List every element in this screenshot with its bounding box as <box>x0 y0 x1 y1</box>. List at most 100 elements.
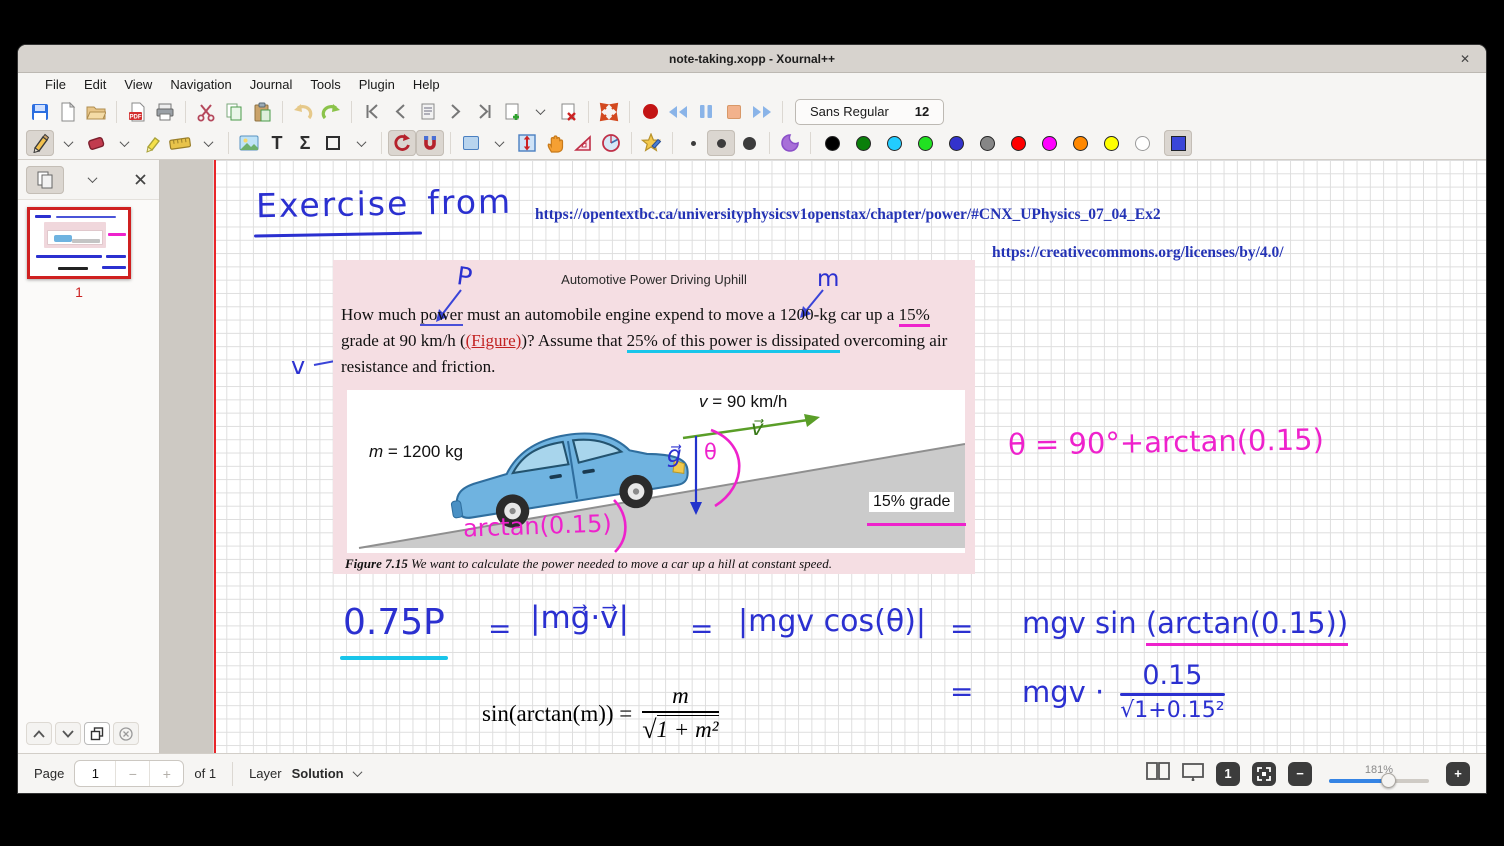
zoom-fit-button[interactable] <box>1252 762 1276 786</box>
new-document-button[interactable] <box>54 99 82 125</box>
chevron-down-icon[interactable] <box>352 767 362 777</box>
save-button[interactable] <box>26 99 54 125</box>
window-close-button[interactable]: ✕ <box>1460 52 1470 66</box>
color-swatch[interactable] <box>949 136 964 151</box>
previous-page-icon <box>394 104 406 119</box>
color-swatch[interactable] <box>825 136 840 151</box>
shape-tool-button[interactable] <box>319 130 347 156</box>
shape-dropdown[interactable] <box>347 130 375 156</box>
separator <box>381 132 382 154</box>
fill-tool-button[interactable] <box>776 130 804 156</box>
highlighter-tool-button[interactable] <box>138 130 166 156</box>
cut-button[interactable] <box>192 99 220 125</box>
dual-page-view-button[interactable] <box>1146 762 1170 785</box>
layer-selector[interactable]: Solution <box>292 766 344 781</box>
forward-button[interactable] <box>748 99 776 125</box>
page-decrement-button[interactable]: − <box>115 761 149 786</box>
canvas[interactable]: Exercisefrom https://opentextbc.ca/unive… <box>160 160 1486 753</box>
page-down-button[interactable] <box>55 722 81 745</box>
hand-tool-button[interactable] <box>541 130 569 156</box>
sidebar-close-button[interactable] <box>121 166 159 194</box>
insert-image-button[interactable] <box>235 130 263 156</box>
color-picker-button[interactable] <box>1164 130 1192 156</box>
latex-denominator: √ 1 + m² <box>642 715 718 745</box>
presentation-mode-button[interactable] <box>1182 762 1204 786</box>
page-up-button[interactable] <box>26 722 52 745</box>
redo-button[interactable] <box>317 99 345 125</box>
new-page-button[interactable] <box>498 99 526 125</box>
color-swatch[interactable] <box>856 136 871 151</box>
color-swatch[interactable] <box>1104 136 1119 151</box>
menu-item-plugin[interactable]: Plugin <box>350 77 404 92</box>
sidebar-dropdown[interactable] <box>74 166 112 194</box>
shape-recognizer-button[interactable] <box>638 130 666 156</box>
copy-button[interactable] <box>220 99 248 125</box>
fullscreen-button[interactable] <box>595 99 623 125</box>
stop-button[interactable] <box>720 99 748 125</box>
last-page-button[interactable] <box>470 99 498 125</box>
zoom-slider-knob[interactable] <box>1381 773 1396 788</box>
export-pdf-button[interactable]: PDF <box>123 99 151 125</box>
fast-forward-icon <box>752 105 772 119</box>
previous-page-button[interactable] <box>386 99 414 125</box>
menu-item-file[interactable]: File <box>36 77 75 92</box>
delete-page-button[interactable] <box>554 99 582 125</box>
menu-item-help[interactable]: Help <box>404 77 449 92</box>
pen-dropdown[interactable] <box>54 130 82 156</box>
first-page-button[interactable] <box>358 99 386 125</box>
page-increment-button[interactable]: + <box>149 761 183 786</box>
zoom-slider[interactable] <box>1329 779 1429 783</box>
page-number-input[interactable]: 1 <box>75 761 115 786</box>
ruler-dropdown[interactable] <box>194 130 222 156</box>
color-swatch[interactable] <box>1042 136 1057 151</box>
open-button[interactable] <box>82 99 110 125</box>
menu-item-journal[interactable]: Journal <box>241 77 302 92</box>
sidebar-pages-tab[interactable] <box>26 166 64 194</box>
page-thumbnail[interactable] <box>27 207 131 279</box>
next-page-button[interactable] <box>442 99 470 125</box>
pause-button[interactable] <box>692 99 720 125</box>
print-button[interactable] <box>151 99 179 125</box>
color-swatch[interactable] <box>887 136 902 151</box>
eraser-tool-button[interactable] <box>82 130 110 156</box>
color-swatch[interactable] <box>1011 136 1026 151</box>
pen-size-thick-button[interactable] <box>735 130 763 156</box>
vertical-space-button[interactable] <box>513 130 541 156</box>
color-swatch[interactable] <box>918 136 933 151</box>
duplicate-page-button[interactable] <box>84 722 110 745</box>
separator <box>185 101 186 123</box>
font-selector[interactable]: Sans Regular 12 <box>795 99 944 125</box>
figure-link[interactable]: (Figure) <box>466 331 522 350</box>
select-rectangle-button[interactable] <box>457 130 485 156</box>
pen-tool-button[interactable] <box>26 130 54 156</box>
menu-item-edit[interactable]: Edit <box>75 77 115 92</box>
menu-item-navigation[interactable]: Navigation <box>161 77 240 92</box>
text-tool-button[interactable]: T <box>263 130 291 156</box>
color-swatch[interactable] <box>1135 136 1150 151</box>
chevron-down-icon <box>119 137 129 147</box>
pen-size-medium-button[interactable] <box>707 130 735 156</box>
ruler-tool-button[interactable] <box>166 130 194 156</box>
grid-snap-button[interactable] <box>416 130 444 156</box>
select-dropdown[interactable] <box>485 130 513 156</box>
zoom-in-button[interactable]: + <box>1446 762 1470 786</box>
rotation-snap-button[interactable] <box>388 130 416 156</box>
compass-tool-button[interactable] <box>597 130 625 156</box>
menu-item-view[interactable]: View <box>115 77 161 92</box>
pen-size-fine-button[interactable] <box>679 130 707 156</box>
rewind-button[interactable] <box>664 99 692 125</box>
new-page-dropdown[interactable] <box>526 99 554 125</box>
color-swatch[interactable] <box>1073 136 1088 151</box>
record-audio-button[interactable] <box>636 99 664 125</box>
menu-item-tools[interactable]: Tools <box>301 77 349 92</box>
fit-page-width-button[interactable]: 1 <box>1216 762 1240 786</box>
color-swatch[interactable] <box>980 136 995 151</box>
undo-button[interactable] <box>289 99 317 125</box>
goto-page-button[interactable] <box>414 99 442 125</box>
delete-page-sidebar-button[interactable] <box>113 722 139 745</box>
setsquare-tool-button[interactable] <box>569 130 597 156</box>
paste-button[interactable] <box>248 99 276 125</box>
zoom-out-button[interactable]: − <box>1288 762 1312 786</box>
tex-tool-button[interactable]: Σ <box>291 130 319 156</box>
eraser-dropdown[interactable] <box>110 130 138 156</box>
